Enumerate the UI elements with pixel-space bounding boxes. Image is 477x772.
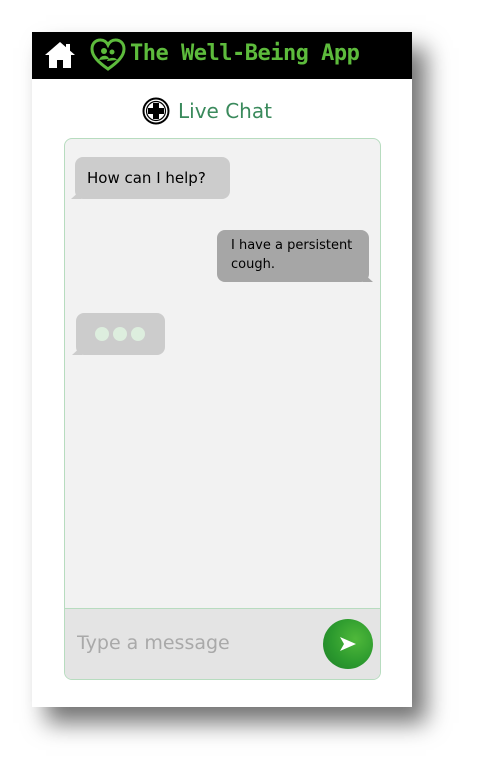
chat-panel: How can I help? I have a persistent coug…	[64, 138, 381, 680]
user-message-bubble: I have a persistent cough.	[217, 230, 373, 282]
app-title: The Well-Being App	[130, 41, 360, 66]
page: The Well-Being App Live Chat How can I h…	[0, 0, 477, 772]
typing-dot	[95, 327, 109, 341]
app-screen: The Well-Being App Live Chat How can I h…	[32, 32, 412, 707]
send-arrow-icon	[340, 637, 356, 651]
chat-title: Live Chat	[178, 99, 272, 123]
app-header: The Well-Being App	[32, 32, 412, 79]
bot-message-bubble: How can I help?	[71, 157, 230, 199]
send-button[interactable]	[323, 619, 373, 669]
typing-dot	[113, 327, 127, 341]
home-icon[interactable]	[44, 41, 76, 69]
message-composer	[65, 608, 380, 679]
message-input[interactable]	[77, 623, 307, 663]
typing-indicator	[72, 313, 165, 355]
chat-header: Live Chat	[142, 96, 272, 126]
typing-dot	[131, 327, 145, 341]
heart-people-logo-icon	[90, 38, 126, 71]
medical-plus-icon	[142, 97, 170, 125]
